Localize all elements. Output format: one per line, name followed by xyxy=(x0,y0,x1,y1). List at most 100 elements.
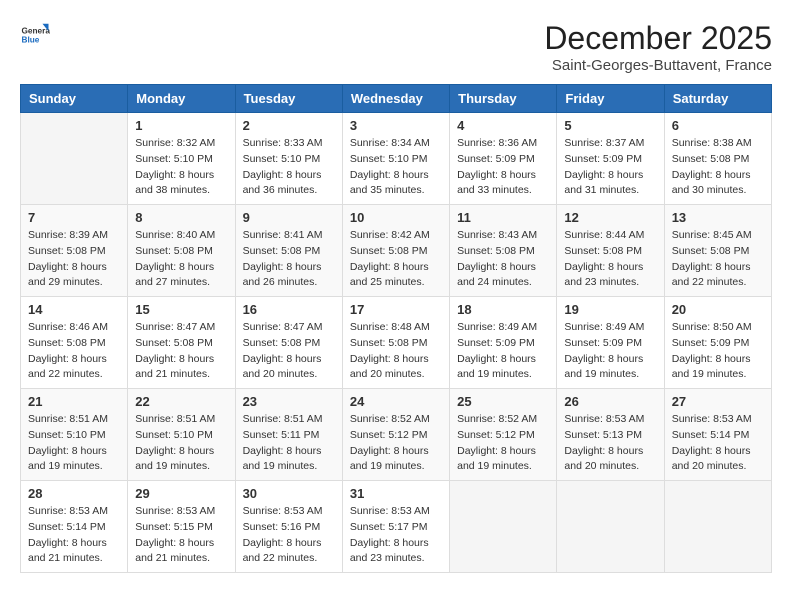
day-info: Sunrise: 8:49 AMSunset: 5:09 PMDaylight:… xyxy=(564,320,656,383)
day-number: 23 xyxy=(243,394,335,409)
day-info: Sunrise: 8:53 AMSunset: 5:16 PMDaylight:… xyxy=(243,504,335,567)
title-section: December 2025 Saint-Georges-Buttavent, F… xyxy=(544,20,772,74)
day-info: Sunrise: 8:41 AMSunset: 5:08 PMDaylight:… xyxy=(243,228,335,291)
day-number: 19 xyxy=(564,302,656,317)
day-number: 25 xyxy=(457,394,549,409)
header: General Blue December 2025 Saint-Georges… xyxy=(20,20,772,74)
table-row: 29 Sunrise: 8:53 AMSunset: 5:15 PMDayligh… xyxy=(128,481,235,573)
table-row: 30 Sunrise: 8:53 AMSunset: 5:16 PMDayligh… xyxy=(235,481,342,573)
day-info: Sunrise: 8:39 AMSunset: 5:08 PMDaylight:… xyxy=(28,228,120,291)
day-number: 3 xyxy=(350,118,442,133)
table-row xyxy=(21,113,128,205)
col-wednesday: Wednesday xyxy=(342,85,449,113)
table-row: 3 Sunrise: 8:34 AMSunset: 5:10 PMDaylight… xyxy=(342,113,449,205)
day-info: Sunrise: 8:48 AMSunset: 5:08 PMDaylight:… xyxy=(350,320,442,383)
day-number: 9 xyxy=(243,210,335,225)
col-monday: Monday xyxy=(128,85,235,113)
table-row: 16Sunrise: 8:47 AMSunset: 5:08 PMDayligh… xyxy=(235,297,342,389)
col-tuesday: Tuesday xyxy=(235,85,342,113)
day-info: Sunrise: 8:50 AMSunset: 5:09 PMDaylight:… xyxy=(672,320,764,383)
day-info: Sunrise: 8:51 AMSunset: 5:10 PMDaylight:… xyxy=(28,412,120,475)
col-friday: Friday xyxy=(557,85,664,113)
day-number: 24 xyxy=(350,394,442,409)
table-row xyxy=(557,481,664,573)
day-info: Sunrise: 8:52 AMSunset: 5:12 PMDaylight:… xyxy=(457,412,549,475)
svg-text:General: General xyxy=(22,27,51,36)
calendar-week-row: 21 Sunrise: 8:51 AMSunset: 5:10 PMDayligh… xyxy=(21,389,772,481)
day-number: 14 xyxy=(28,302,120,317)
table-row: 7 Sunrise: 8:39 AMSunset: 5:08 PMDaylight… xyxy=(21,205,128,297)
day-number: 11 xyxy=(457,210,549,225)
day-info: Sunrise: 8:38 AMSunset: 5:08 PMDaylight:… xyxy=(672,136,764,199)
day-number: 18 xyxy=(457,302,549,317)
table-row: 19 Sunrise: 8:49 AMSunset: 5:09 PMDayligh… xyxy=(557,297,664,389)
table-row: 5 Sunrise: 8:37 AMSunset: 5:09 PMDaylight… xyxy=(557,113,664,205)
svg-text:Blue: Blue xyxy=(22,36,40,45)
day-number: 8 xyxy=(135,210,227,225)
day-number: 13 xyxy=(672,210,764,225)
day-number: 6 xyxy=(672,118,764,133)
table-row: 2Sunrise: 8:33 AMSunset: 5:10 PMDaylight… xyxy=(235,113,342,205)
day-info: Sunrise: 8:52 AMSunset: 5:12 PMDaylight:… xyxy=(350,412,442,475)
table-row: 31Sunrise: 8:53 AMSunset: 5:17 PMDayligh… xyxy=(342,481,449,573)
table-row: 15Sunrise: 8:47 AMSunset: 5:08 PMDayligh… xyxy=(128,297,235,389)
table-row: 17 Sunrise: 8:48 AMSunset: 5:08 PMDayligh… xyxy=(342,297,449,389)
day-info: Sunrise: 8:32 AMSunset: 5:10 PMDaylight:… xyxy=(135,136,227,199)
day-info: Sunrise: 8:40 AMSunset: 5:08 PMDaylight:… xyxy=(135,228,227,291)
day-info: Sunrise: 8:34 AMSunset: 5:10 PMDaylight:… xyxy=(350,136,442,199)
day-number: 31 xyxy=(350,486,442,501)
day-info: Sunrise: 8:46 AMSunset: 5:08 PMDaylight:… xyxy=(28,320,120,383)
col-thursday: Thursday xyxy=(450,85,557,113)
day-number: 30 xyxy=(243,486,335,501)
col-saturday: Saturday xyxy=(664,85,771,113)
table-row: 22 Sunrise: 8:51 AMSunset: 5:10 PMDayligh… xyxy=(128,389,235,481)
day-info: Sunrise: 8:36 AMSunset: 5:09 PMDaylight:… xyxy=(457,136,549,199)
day-info: Sunrise: 8:43 AMSunset: 5:08 PMDaylight:… xyxy=(457,228,549,291)
day-info: Sunrise: 8:45 AMSunset: 5:08 PMDaylight:… xyxy=(672,228,764,291)
table-row: 13 Sunrise: 8:45 AMSunset: 5:08 PMDayligh… xyxy=(664,205,771,297)
day-number: 17 xyxy=(350,302,442,317)
day-number: 7 xyxy=(28,210,120,225)
table-row: 6 Sunrise: 8:38 AMSunset: 5:08 PMDaylight… xyxy=(664,113,771,205)
calendar-header-row: Sunday Monday Tuesday Wednesday Thursday… xyxy=(21,85,772,113)
day-number: 12 xyxy=(564,210,656,225)
table-row: 1 Sunrise: 8:32 AMSunset: 5:10 PMDaylight… xyxy=(128,113,235,205)
table-row: 24 Sunrise: 8:52 AMSunset: 5:12 PMDayligh… xyxy=(342,389,449,481)
day-number: 27 xyxy=(672,394,764,409)
day-number: 26 xyxy=(564,394,656,409)
day-info: Sunrise: 8:49 AMSunset: 5:09 PMDaylight:… xyxy=(457,320,549,383)
table-row: 18 Sunrise: 8:49 AMSunset: 5:09 PMDayligh… xyxy=(450,297,557,389)
day-number: 2 xyxy=(243,118,335,133)
day-info: Sunrise: 8:53 AMSunset: 5:14 PMDaylight:… xyxy=(672,412,764,475)
day-info: Sunrise: 8:47 AMSunset: 5:08 PMDaylight:… xyxy=(135,320,227,383)
calendar-week-row: 1 Sunrise: 8:32 AMSunset: 5:10 PMDaylight… xyxy=(21,113,772,205)
day-info: Sunrise: 8:53 AMSunset: 5:15 PMDaylight:… xyxy=(135,504,227,567)
table-row: 23Sunrise: 8:51 AMSunset: 5:11 PMDayligh… xyxy=(235,389,342,481)
day-number: 20 xyxy=(672,302,764,317)
day-number: 1 xyxy=(135,118,227,133)
calendar-week-row: 14 Sunrise: 8:46 AMSunset: 5:08 PMDayligh… xyxy=(21,297,772,389)
day-number: 29 xyxy=(135,486,227,501)
day-info: Sunrise: 8:53 AMSunset: 5:13 PMDaylight:… xyxy=(564,412,656,475)
day-info: Sunrise: 8:51 AMSunset: 5:10 PMDaylight:… xyxy=(135,412,227,475)
table-row xyxy=(450,481,557,573)
day-info: Sunrise: 8:42 AMSunset: 5:08 PMDaylight:… xyxy=(350,228,442,291)
table-row: 28Sunrise: 8:53 AMSunset: 5:14 PMDayligh… xyxy=(21,481,128,573)
logo-icon: General Blue xyxy=(20,20,50,50)
table-row xyxy=(664,481,771,573)
month-title: December 2025 xyxy=(544,20,772,57)
table-row: 9 Sunrise: 8:41 AMSunset: 5:08 PMDaylight… xyxy=(235,205,342,297)
day-number: 10 xyxy=(350,210,442,225)
day-number: 21 xyxy=(28,394,120,409)
day-number: 5 xyxy=(564,118,656,133)
table-row: 11 Sunrise: 8:43 AMSunset: 5:08 PMDayligh… xyxy=(450,205,557,297)
table-row: 12 Sunrise: 8:44 AMSunset: 5:08 PMDayligh… xyxy=(557,205,664,297)
calendar-table: Sunday Monday Tuesday Wednesday Thursday… xyxy=(20,84,772,573)
table-row: 4Sunrise: 8:36 AMSunset: 5:09 PMDaylight… xyxy=(450,113,557,205)
day-number: 22 xyxy=(135,394,227,409)
logo: General Blue xyxy=(20,20,50,50)
table-row: 25 Sunrise: 8:52 AMSunset: 5:12 PMDayligh… xyxy=(450,389,557,481)
day-info: Sunrise: 8:44 AMSunset: 5:08 PMDaylight:… xyxy=(564,228,656,291)
day-info: Sunrise: 8:37 AMSunset: 5:09 PMDaylight:… xyxy=(564,136,656,199)
table-row: 26 Sunrise: 8:53 AMSunset: 5:13 PMDayligh… xyxy=(557,389,664,481)
